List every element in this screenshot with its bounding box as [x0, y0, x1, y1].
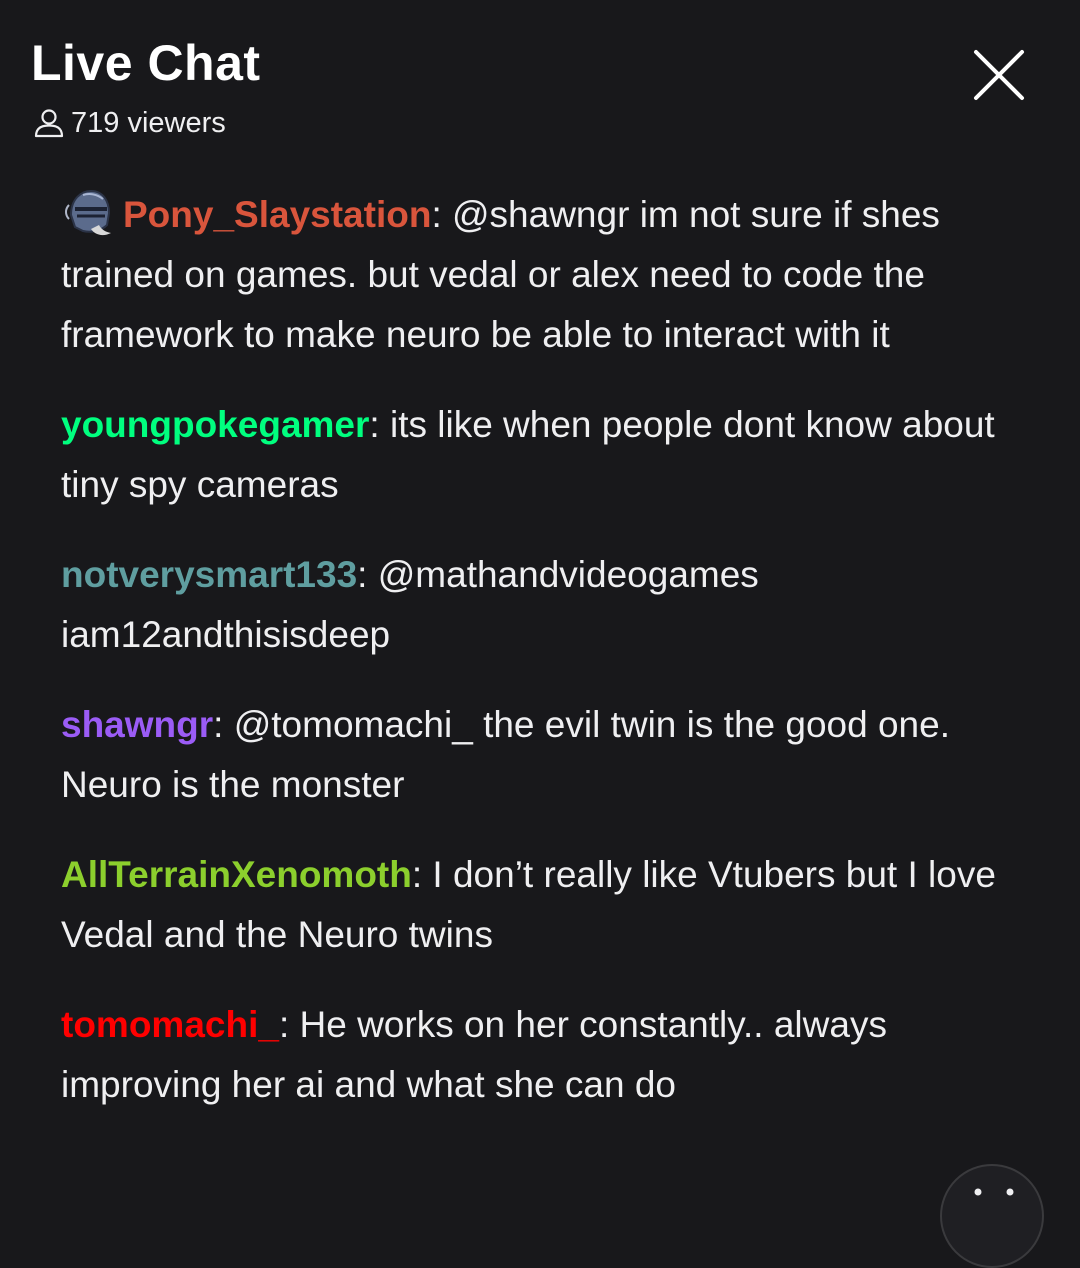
page-title: Live Chat	[31, 35, 261, 91]
chat-message: youngpokegamer: its like when people don…	[61, 395, 1031, 515]
scroll-down-icon[interactable]	[940, 1164, 1044, 1268]
chat-message: shawngr: @tomomachi_ the evil twin is th…	[61, 695, 1031, 815]
chat-separator: :	[213, 704, 234, 745]
chat-header: Live Chat 719 viewers	[0, 0, 1080, 150]
chat-message: notverysmart133: @mathandvideogames iam1…	[61, 545, 1031, 665]
chat-message: Pony_Slaystation: @shawngr im not sure i…	[61, 185, 1031, 365]
chat-separator: :	[431, 194, 452, 235]
viewer-count: 719 viewers	[33, 103, 226, 143]
chat-username[interactable]: notverysmart133	[61, 554, 357, 595]
chat-message: tomomachi_: He works on her constantly..…	[61, 995, 1031, 1115]
close-icon[interactable]	[970, 46, 1028, 104]
chat-username[interactable]: youngpokegamer	[61, 404, 369, 445]
chat-username[interactable]: Pony_Slaystation	[123, 194, 431, 235]
chat-message-list: Pony_Slaystation: @shawngr im not sure i…	[61, 185, 1031, 1145]
chat-username[interactable]: AllTerrainXenomoth	[61, 854, 412, 895]
viewer-count-label: 719 viewers	[71, 106, 226, 139]
knight-helmet-badge-icon[interactable]	[61, 185, 115, 239]
chat-username[interactable]: shawngr	[61, 704, 213, 745]
chat-separator: :	[411, 854, 433, 895]
chat-separator: :	[357, 554, 378, 595]
user-icon	[34, 109, 64, 138]
chat-separator: :	[369, 404, 390, 445]
chat-separator: :	[278, 1004, 300, 1045]
chat-username[interactable]: tomomachi_	[61, 1004, 279, 1045]
chat-message: AllTerrainXenomoth: I don’t really like …	[61, 845, 1031, 965]
